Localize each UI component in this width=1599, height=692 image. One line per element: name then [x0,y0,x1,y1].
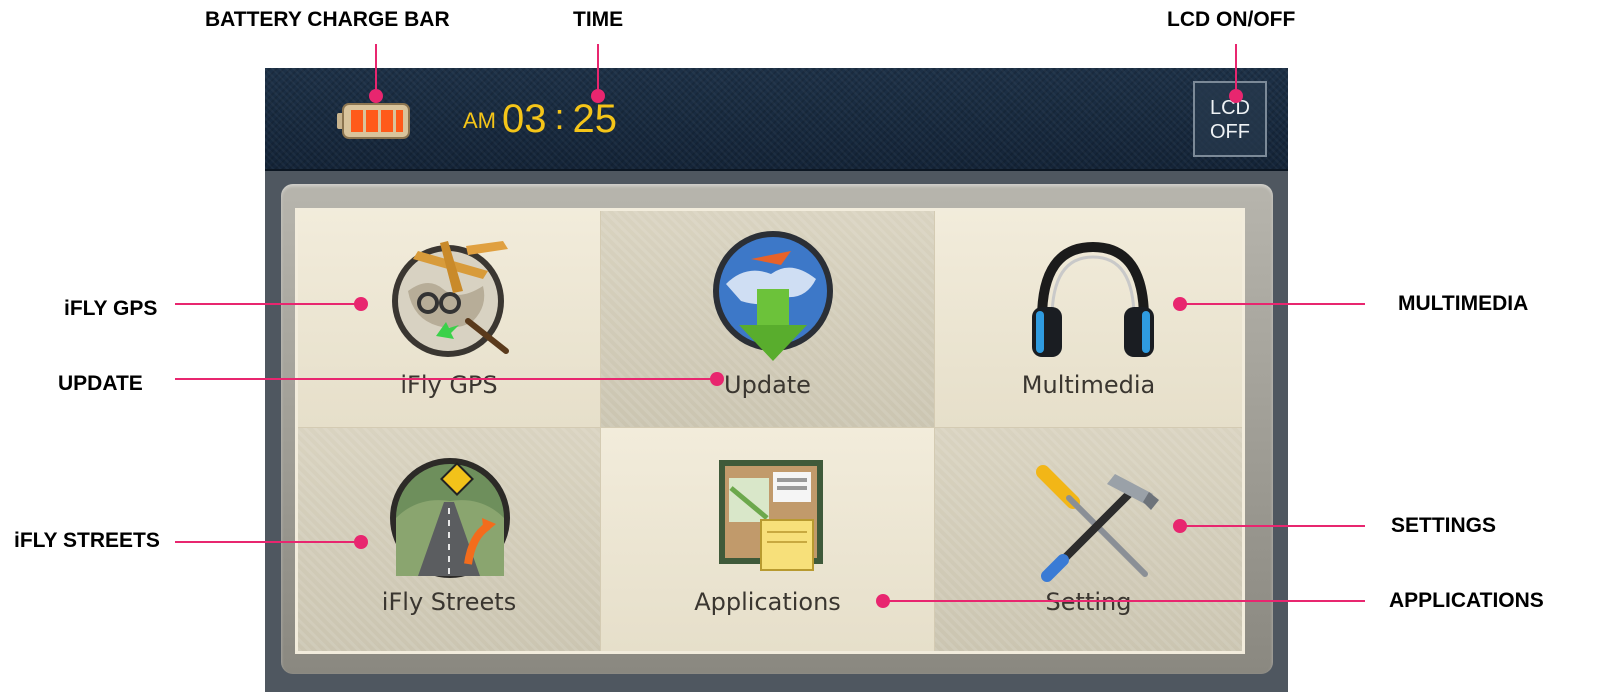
callout-settings-dot [1173,519,1187,533]
battery-icon [337,103,410,139]
globe-download-arrow-icon [713,231,833,361]
clock-minutes: 25 [572,97,618,141]
callout-multimedia-line [1180,303,1365,305]
callout-ifly-gps-label: iFLY GPS [64,297,158,320]
clock: AM 03:25 [463,96,617,142]
callout-battery-label: BATTERY CHARGE BAR [205,8,450,31]
screwdriver-hammer-icon [1036,465,1159,582]
headphones-icon [1032,241,1154,357]
callout-ifly-streets-dot [354,535,368,549]
callout-applications-line [883,600,1365,602]
callout-lcd-label: LCD ON/OFF [1167,8,1296,31]
tile-label-ifly-streets: iFly Streets [381,588,517,616]
callout-settings-label: SETTINGS [1391,514,1497,537]
tile-label-multimedia: Multimedia [1021,371,1156,399]
callout-update-line [175,378,717,380]
status-bar: AM 03:25 LCD OFF [265,68,1288,171]
callout-ifly-gps-line [175,303,360,305]
tile-applications[interactable]: Applications [601,428,935,651]
callout-time-label: TIME [573,8,624,31]
tile-label-ifly-gps: iFly GPS [400,371,498,399]
road-sign-icon [390,458,510,578]
callout-applications-label: APPLICATIONS [1389,589,1544,612]
callout-ifly-gps-dot [354,297,368,311]
callout-multimedia-label: MULTIMEDIA [1398,292,1529,315]
callout-multimedia-dot [1173,297,1187,311]
corkboard-memo-icon [719,460,823,571]
tile-setting[interactable]: Setting [935,428,1242,651]
tile-label-setting: Setting [1045,588,1132,616]
callout-ifly-streets-label: iFLY STREETS [14,529,160,552]
clock-hours: 03 [502,97,547,141]
callout-battery-dot [369,89,383,103]
callout-update-label: UPDATE [58,372,143,395]
tile-ifly-streets[interactable]: iFly Streets [298,428,601,651]
callout-update-dot [710,372,724,386]
callout-time-dot [591,89,605,103]
callout-settings-line [1180,525,1365,527]
tile-ifly-gps[interactable]: iFly GPS [298,211,601,428]
globe-airplane-icon [392,241,509,357]
device-screen: AM 03:25 LCD OFF iFly GPS Update Multime… [265,68,1288,692]
clock-ampm: AM [463,108,496,133]
callout-ifly-streets-line [175,541,360,543]
tile-label-update: Update [724,371,811,399]
lcd-button-line2: OFF [1210,121,1250,143]
clock-separator: : [554,96,565,137]
callout-lcd-dot [1229,89,1243,103]
tile-update[interactable]: Update [601,211,935,428]
callout-applications-dot [876,594,890,608]
tile-multimedia[interactable]: Multimedia [935,211,1242,428]
app-grid: iFly GPS Update Multimedia iFly Streets … [295,208,1245,654]
